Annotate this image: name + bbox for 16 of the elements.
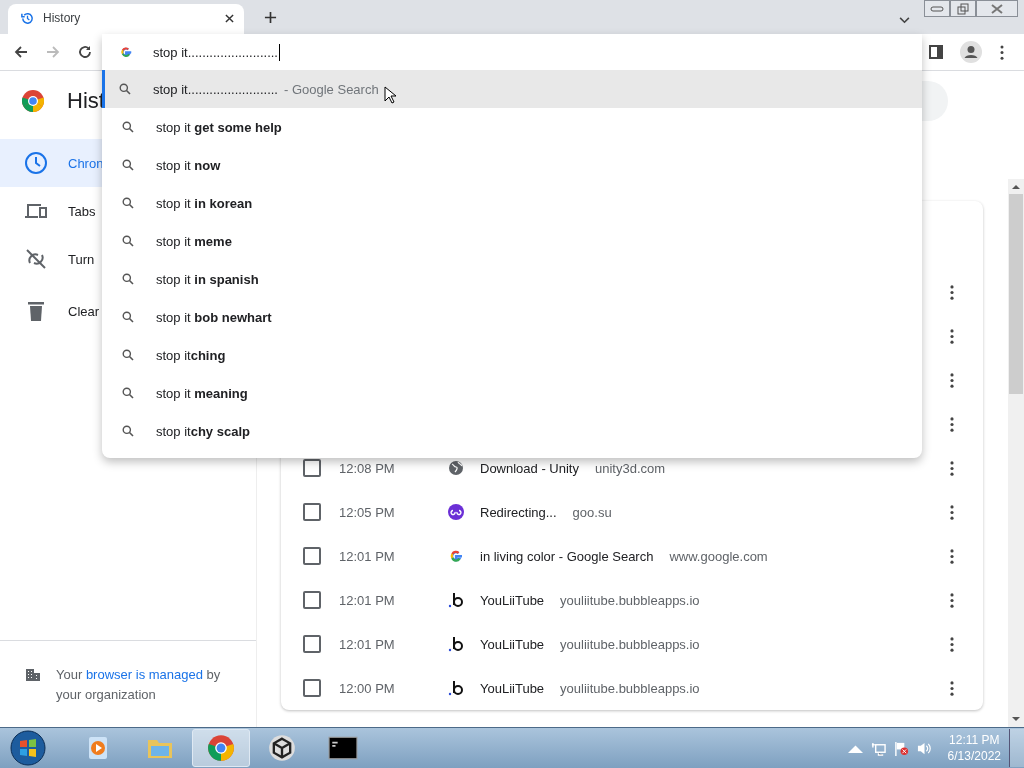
page-domain: unity3d.com	[595, 460, 666, 476]
visit-time: 12:01 PM	[339, 548, 396, 564]
page-domain: youliitube.bubbleapps.io	[560, 680, 700, 696]
page-domain: youliitube.bubbleapps.io	[560, 636, 700, 652]
visit-time: 12:00 PM	[339, 680, 396, 696]
page-domain: goo.su	[572, 504, 612, 520]
visit-time: 12:08 PM	[339, 460, 396, 476]
page-title: Hist	[67, 88, 105, 114]
clock-date: 6/13/2022	[947, 748, 1001, 764]
page-domain: www.google.com	[669, 548, 768, 564]
visit-time: 12:01 PM	[339, 592, 396, 608]
managed-notice: Your browser is managed by your organization	[56, 666, 222, 704]
clock-time: 12:11 PM	[949, 732, 1000, 748]
visit-time: 12:01 PM	[339, 636, 396, 652]
visit-time: 12:05 PM	[339, 504, 396, 520]
page-domain: youliitube.bubbleapps.io	[560, 592, 700, 608]
